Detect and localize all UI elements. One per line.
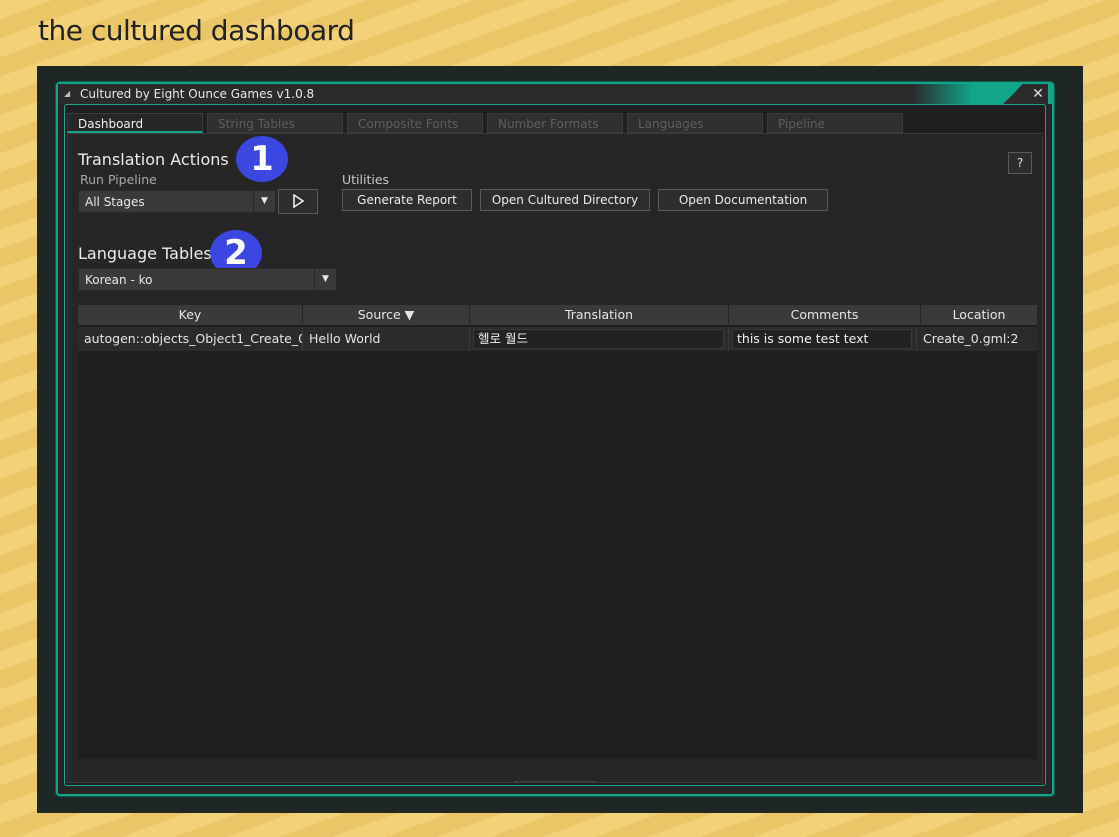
tab-languages[interactable]: Languages xyxy=(627,113,763,133)
translation-input[interactable]: 헬로 월드 xyxy=(473,329,724,349)
window-title: Cultured by Eight Ounce Games v1.0.8 xyxy=(80,87,315,101)
string-table: Key Source ▼ Translation Comments Locati… xyxy=(78,305,1037,759)
open-cultured-directory-button[interactable]: Open Cultured Directory xyxy=(480,189,650,211)
utilities-label: Utilities xyxy=(342,172,390,187)
column-header-source[interactable]: Source ▼ xyxy=(303,305,470,325)
table-row[interactable]: autogen::objects_Object1_Create_0 Hello … xyxy=(78,327,1037,351)
chevron-down-icon[interactable]: ▼ xyxy=(314,269,336,290)
window-titlebar[interactable]: ◢ Cultured by Eight Ounce Games v1.0.8 ✕ xyxy=(58,84,1052,104)
pipeline-stage-value: All Stages xyxy=(85,195,145,209)
column-header-translation[interactable]: Translation xyxy=(470,305,729,325)
cultured-window: ◢ Cultured by Eight Ounce Games v1.0.8 ✕… xyxy=(56,82,1054,796)
comments-input[interactable]: this is some test text xyxy=(732,329,912,349)
tab-string-tables[interactable]: String Tables xyxy=(207,113,343,133)
open-documentation-button[interactable]: Open Documentation xyxy=(658,189,828,211)
main-panel: Dashboard String Tables Composite Fonts … xyxy=(64,104,1046,786)
language-tables-title: Language Tables xyxy=(78,244,212,263)
tab-number-formats[interactable]: Number Formats xyxy=(487,113,623,133)
play-icon xyxy=(293,193,305,209)
pipeline-stage-select[interactable]: All Stages ▼ xyxy=(78,190,276,213)
help-button[interactable]: ? xyxy=(1008,152,1032,174)
resize-grip[interactable] xyxy=(515,781,595,785)
column-header-comments[interactable]: Comments xyxy=(729,305,921,325)
app-screen: ◢ Cultured by Eight Ounce Games v1.0.8 ✕… xyxy=(37,66,1083,813)
close-icon[interactable]: ✕ xyxy=(1028,84,1048,104)
cell-translation: 헬로 월드 xyxy=(470,327,729,351)
column-header-location[interactable]: Location xyxy=(921,305,1037,325)
cell-key: autogen::objects_Object1_Create_0 xyxy=(78,327,303,351)
generate-report-button[interactable]: Generate Report xyxy=(342,189,472,211)
language-select-value: Korean - ko xyxy=(85,273,153,287)
cell-source: Hello World xyxy=(303,327,470,351)
table-header: Key Source ▼ Translation Comments Locati… xyxy=(78,305,1037,325)
language-select[interactable]: Korean - ko ▼ xyxy=(78,268,337,291)
page-title: the cultured dashboard xyxy=(38,14,355,47)
tab-dashboard[interactable]: Dashboard xyxy=(67,113,203,133)
dashboard-content: Translation Actions 1 Run Pipeline All S… xyxy=(67,133,1043,783)
translation-actions-title: Translation Actions xyxy=(78,150,229,169)
titlebar-accent xyxy=(998,84,1028,104)
callout-badge-1: 1 xyxy=(236,136,288,182)
cell-comments: this is some test text xyxy=(729,327,917,351)
run-pipeline-button[interactable] xyxy=(278,189,318,214)
cell-location: Create_0.gml:2 xyxy=(923,331,1019,346)
column-header-key[interactable]: Key xyxy=(78,305,303,325)
tab-pipeline[interactable]: Pipeline xyxy=(767,113,903,133)
tab-composite-fonts[interactable]: Composite Fonts xyxy=(347,113,483,133)
run-pipeline-label: Run Pipeline xyxy=(80,172,157,187)
tab-bar: Dashboard String Tables Composite Fonts … xyxy=(67,113,907,135)
collapse-icon[interactable]: ◢ xyxy=(64,84,70,104)
chevron-down-icon[interactable]: ▼ xyxy=(253,191,275,212)
